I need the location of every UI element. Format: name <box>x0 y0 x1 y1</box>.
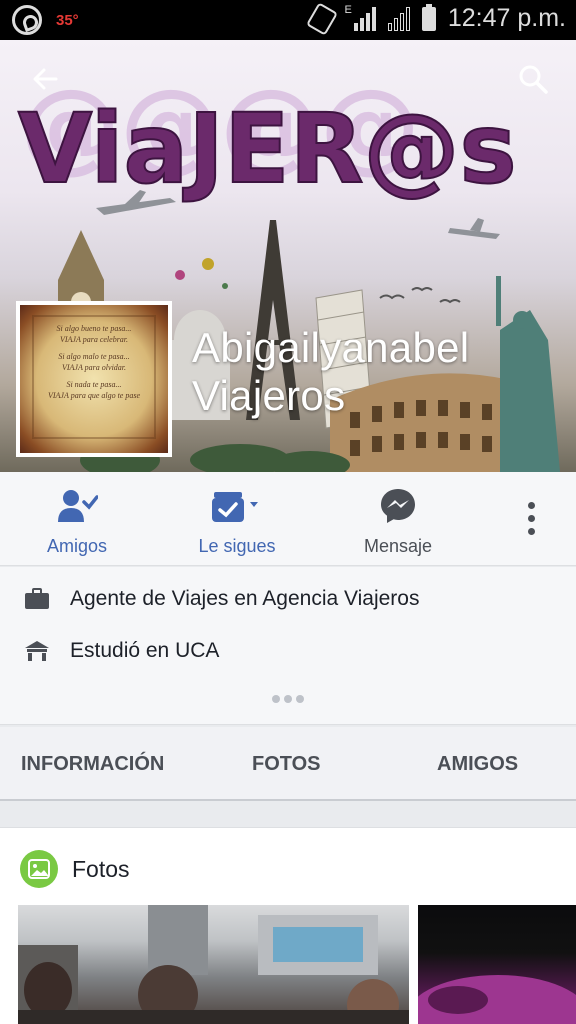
tab-friends[interactable]: AMIGOS <box>437 753 518 776</box>
friends-button[interactable]: Amigos <box>42 486 112 557</box>
clock: 12:47 p.m. <box>447 4 566 32</box>
photos-title: Fotos <box>72 855 130 882</box>
battery-icon <box>421 3 436 31</box>
profile-tabs: INFORMACIÓN FOTOS AMIGOS <box>0 727 576 801</box>
status-bar: 35° E 12:47 p.m. <box>0 0 576 40</box>
message-button[interactable]: Mensaje <box>358 486 438 557</box>
following-label: Le sigues <box>198 536 276 556</box>
friends-label: Amigos <box>46 536 108 556</box>
birds-icon <box>379 287 461 304</box>
photos-header[interactable]: Fotos <box>20 850 130 888</box>
vibrate-icon <box>305 1 338 36</box>
back-arrow-icon[interactable] <box>26 60 66 100</box>
profile-name-line1: Abigailyanabel <box>192 324 470 371</box>
following-button[interactable]: Le sigues <box>194 486 280 557</box>
profile-picture[interactable]: Si algo bueno te pasa... VIAJA para celeb… <box>16 301 172 457</box>
school-icon <box>25 641 49 661</box>
work-row[interactable]: Agente de Viajes en Agencia Viajeros <box>24 587 419 611</box>
education-text: Estudió en UCA <box>70 639 220 662</box>
more-options-icon[interactable] <box>528 502 536 541</box>
work-text: Agente de Viajes en Agencia Viajeros <box>70 587 420 610</box>
balloon-icon <box>175 270 185 280</box>
photo-thumbnail[interactable] <box>18 905 409 1024</box>
messenger-icon <box>381 489 415 523</box>
photos-card: Fotos <box>0 827 576 1024</box>
whatsapp-notification-icon <box>12 5 42 35</box>
photo-thumbnail[interactable] <box>418 905 576 1024</box>
friend-check-icon <box>58 490 98 522</box>
message-label: Mensaje <box>363 536 433 556</box>
cover-logo: ViaJER@s <box>18 93 517 205</box>
education-row[interactable]: Estudió en UCA <box>24 639 219 663</box>
profile-actions: Amigos Le sigues Mensaje <box>0 472 576 566</box>
intro-section: Agente de Viajes en Agencia Viajeros Est… <box>0 567 576 725</box>
search-icon[interactable] <box>514 60 554 100</box>
following-icon <box>212 492 258 522</box>
cover-photo[interactable]: @@@@ ViaJER@s Si algo bueno te pasa... V… <box>0 40 576 472</box>
avatar-quote: Si algo bueno te pasa... VIAJA para celeb… <box>47 324 141 400</box>
tab-photos[interactable]: FOTOS <box>252 753 321 776</box>
profile-name: Abigailyanabel Viajeros <box>192 324 469 420</box>
see-more-dots-icon[interactable] <box>272 695 304 703</box>
plane-icon <box>448 218 500 239</box>
tab-information[interactable]: INFORMACIÓN <box>21 753 164 776</box>
photos-icon <box>20 850 58 888</box>
network-type: E <box>344 4 352 16</box>
balloon-icon <box>202 258 214 270</box>
profile-name-line2: Viajeros <box>192 372 346 419</box>
signal-icon <box>353 6 376 31</box>
balloon-icon <box>222 283 228 289</box>
statue-of-liberty-landmark <box>496 276 560 472</box>
temperature-indicator: 35° <box>56 11 79 29</box>
briefcase-icon <box>25 588 49 609</box>
signal-empty-icon <box>387 6 410 31</box>
